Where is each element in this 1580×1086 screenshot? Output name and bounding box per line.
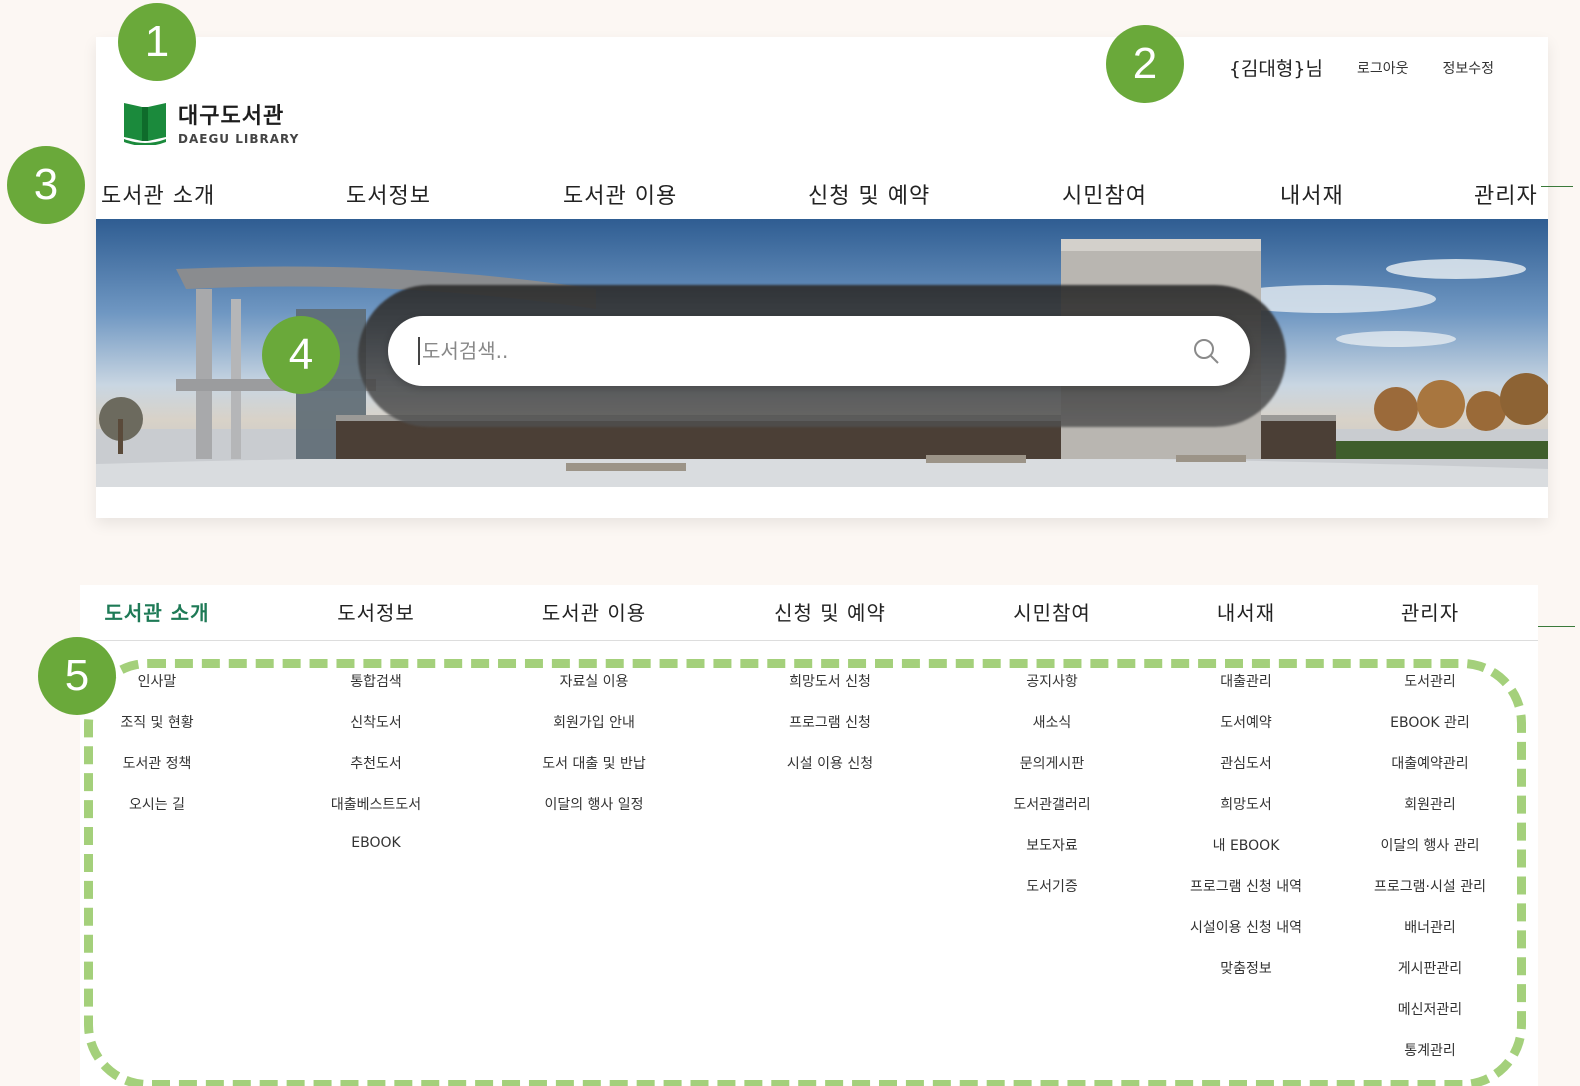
submenu-item[interactable]: 내 EBOOK xyxy=(1190,835,1302,876)
user-name: {김대형}님 xyxy=(1228,58,1323,80)
submenu-item[interactable]: 새소식 xyxy=(1013,712,1090,753)
submenu-column-library-use: 자료실 이용 회원가입 안내 도서 대출 및 반납 이달의 행사 일정 xyxy=(542,671,646,835)
nav-item-book-info[interactable]: 도서정보 xyxy=(346,178,431,210)
nav-item-library-intro[interactable]: 도서관 소개 xyxy=(101,178,215,210)
main-nav: 도서관 소개 도서정보 도서관 이용 신청 및 예약 시민참여 내서재 관리자 xyxy=(96,171,1548,217)
submenu-item[interactable]: 도서 대출 및 반납 xyxy=(542,753,646,794)
submenu-item[interactable]: 통계관리 xyxy=(1374,1040,1486,1081)
logout-link[interactable]: 로그아웃 xyxy=(1357,58,1409,78)
submenu-item[interactable]: 시설이용 신청 내역 xyxy=(1190,917,1302,958)
submenu-column-library-intro: 인사말 조직 및 현황 도서관 정책 오시는 길 xyxy=(120,671,193,835)
nav-item-my-library[interactable]: 내서재 xyxy=(1280,178,1344,210)
submenu-item[interactable]: 추천도서 xyxy=(331,753,421,794)
nav-item-admin[interactable]: 관리자 xyxy=(1474,178,1538,210)
submenu-column-book-info: 통합검색 신착도서 추천도서 대출베스트도서 EBOOK xyxy=(331,671,421,876)
submenu-column-my-library: 대출관리 도서예약 관심도서 희망도서 내 EBOOK 프로그램 신청 내역 시… xyxy=(1190,671,1302,999)
submenu-item[interactable]: EBOOK 관리 xyxy=(1374,712,1486,753)
submenu-item[interactable]: 메신저관리 xyxy=(1374,999,1486,1040)
search-input[interactable] xyxy=(418,337,1180,365)
submenu-item[interactable]: 대출베스트도서 xyxy=(331,794,421,835)
submenu-item[interactable]: 회원관리 xyxy=(1374,794,1486,835)
submenu-item[interactable]: 도서관 정책 xyxy=(120,753,193,794)
site-logo[interactable]: 대구도서관 DAEGU LIBRARY xyxy=(122,95,299,149)
submenu-item[interactable]: 희망도서 신청 xyxy=(787,671,873,712)
submenu-item[interactable]: 희망도서 xyxy=(1190,794,1302,835)
submenu-item[interactable]: 게시판관리 xyxy=(1374,958,1486,999)
mega-tab-admin[interactable]: 관리자 xyxy=(1401,597,1459,626)
logo-title: 대구도서관 xyxy=(178,104,285,129)
submenu-item[interactable]: 이달의 행사 관리 xyxy=(1374,835,1486,876)
submenu-item[interactable]: 시설 이용 신청 xyxy=(787,753,873,794)
submenu-item[interactable]: EBOOK xyxy=(331,835,421,876)
submenu-item[interactable]: 도서관리 xyxy=(1374,671,1486,712)
submenu-column-apply-reserve: 희망도서 신청 프로그램 신청 시설 이용 신청 xyxy=(787,671,873,794)
submenu-item[interactable]: 맞춤정보 xyxy=(1190,958,1302,999)
nav-item-apply-reserve[interactable]: 신청 및 예약 xyxy=(808,178,930,210)
search-bar xyxy=(388,316,1250,386)
submenu-item[interactable]: 오시는 길 xyxy=(120,794,193,835)
submenu-item[interactable]: 대출관리 xyxy=(1190,671,1302,712)
submenu-column-citizen: 공지사항 새소식 문의게시판 도서관갤러리 보도자료 도서기증 xyxy=(1013,671,1090,917)
submenu-item[interactable]: 문의게시판 xyxy=(1013,753,1090,794)
annotation-marker-5: 5 xyxy=(38,637,116,715)
submenu-item[interactable]: 도서예약 xyxy=(1190,712,1302,753)
submenu-item[interactable]: 신착도서 xyxy=(331,712,421,753)
connector-line xyxy=(1541,186,1573,187)
submenu-item[interactable]: 도서관갤러리 xyxy=(1013,794,1090,835)
mega-tab-my-library[interactable]: 내서재 xyxy=(1217,597,1275,626)
submenu-item[interactable]: 보도자료 xyxy=(1013,835,1090,876)
submenu-item[interactable]: 관심도서 xyxy=(1190,753,1302,794)
search-icon[interactable] xyxy=(1192,337,1220,365)
annotation-marker-2: 2 xyxy=(1106,25,1184,103)
submenu-item[interactable]: 통합검색 xyxy=(331,671,421,712)
mega-tab-citizen[interactable]: 시민참여 xyxy=(1013,597,1091,626)
submenu-item[interactable]: 이달의 행사 일정 xyxy=(542,794,646,835)
submenu-item[interactable]: 자료실 이용 xyxy=(542,671,646,712)
submenu-item[interactable]: 도서기증 xyxy=(1013,876,1090,917)
nav-item-library-use[interactable]: 도서관 이용 xyxy=(563,178,677,210)
user-area: {김대형}님 로그아웃 정보수정 xyxy=(1229,54,1494,81)
submenu-item[interactable]: 프로그램·시설 관리 xyxy=(1374,876,1486,917)
submenu-item[interactable]: 조직 및 현황 xyxy=(120,712,193,753)
annotation-marker-3: 3 xyxy=(7,146,85,224)
nav-item-citizen[interactable]: 시민참여 xyxy=(1062,178,1147,210)
mega-menu-nav: 도서관 소개 도서정보 도서관 이용 신청 및 예약 시민참여 내서재 관리자 xyxy=(80,585,1538,641)
logo-subtitle: DAEGU LIBRARY xyxy=(178,132,300,146)
mega-tab-library-intro[interactable]: 도서관 소개 xyxy=(105,597,210,626)
submenu-item[interactable]: 프로그램 신청 내역 xyxy=(1190,876,1302,917)
submenu-item[interactable]: 공지사항 xyxy=(1013,671,1090,712)
mega-tab-apply-reserve[interactable]: 신청 및 예약 xyxy=(774,597,886,626)
submenu-item[interactable]: 프로그램 신청 xyxy=(787,712,873,753)
mega-menu-panel: 도서관 소개 도서정보 도서관 이용 신청 및 예약 시민참여 내서재 관리자 … xyxy=(80,585,1538,1086)
book-icon xyxy=(122,95,168,149)
submenu-column-admin: 도서관리 EBOOK 관리 대출예약관리 회원관리 이달의 행사 관리 프로그램… xyxy=(1374,671,1486,1081)
annotation-marker-1: 1 xyxy=(118,3,196,81)
submenu-item[interactable]: 회원가입 안내 xyxy=(542,712,646,753)
edit-profile-link[interactable]: 정보수정 xyxy=(1442,58,1494,78)
annotation-marker-4: 4 xyxy=(262,316,340,394)
mega-tab-book-info[interactable]: 도서정보 xyxy=(337,597,415,626)
mega-tab-library-use[interactable]: 도서관 이용 xyxy=(542,597,646,626)
header-panel: 대구도서관 DAEGU LIBRARY {김대형}님 로그아웃 정보수정 도서관… xyxy=(96,37,1548,518)
submenu-item[interactable]: 인사말 xyxy=(120,671,193,712)
submenu-item[interactable]: 대출예약관리 xyxy=(1374,753,1486,794)
submenu-item[interactable]: 배너관리 xyxy=(1374,917,1486,958)
